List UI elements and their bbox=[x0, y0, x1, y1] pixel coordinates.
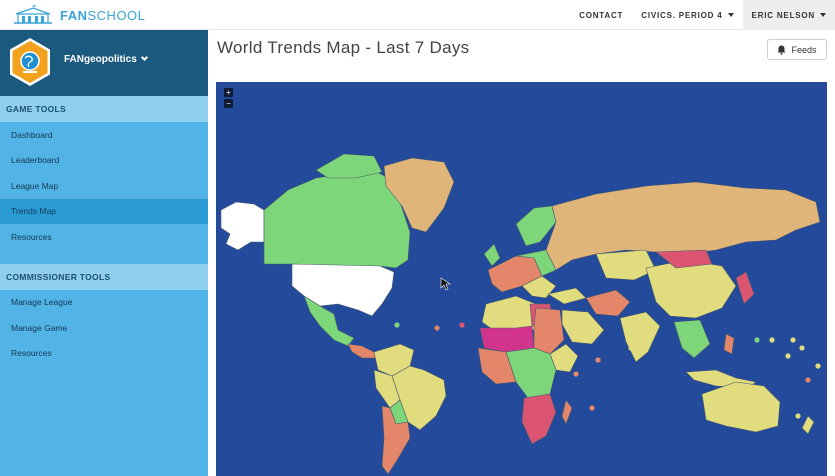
bell-icon bbox=[777, 45, 786, 55]
island-marker bbox=[785, 353, 791, 359]
sidebar-item-leaderboard[interactable]: Leaderboard bbox=[0, 148, 208, 174]
country-iran bbox=[585, 289, 631, 317]
country-usa bbox=[291, 263, 395, 317]
world-map-svg bbox=[220, 153, 821, 475]
country-southern-africa bbox=[521, 393, 557, 445]
country-uk bbox=[483, 243, 501, 267]
brand-name-bold: FAN bbox=[60, 7, 88, 23]
country-canada-islands bbox=[315, 153, 383, 179]
country-new-zealand bbox=[801, 415, 815, 435]
zoom-in-button[interactable]: + bbox=[224, 88, 233, 97]
island-marker bbox=[459, 322, 465, 328]
country-central-asia bbox=[595, 249, 657, 281]
page-title: World Trends Map - Last 7 Days bbox=[217, 38, 470, 57]
mouse-cursor-icon bbox=[440, 277, 451, 291]
sidebar-item-commissioner-resources[interactable]: Resources bbox=[0, 341, 208, 367]
contact-link[interactable]: CONTACT bbox=[570, 0, 632, 30]
class-select-label: CIVICS. PERIOD 4 bbox=[641, 10, 723, 20]
user-name-label: ERIC NELSON bbox=[751, 10, 815, 20]
country-central-africa bbox=[505, 347, 557, 399]
user-menu-dropdown[interactable]: ERIC NELSON bbox=[742, 0, 835, 30]
island-marker bbox=[799, 345, 805, 351]
island-marker bbox=[790, 337, 796, 343]
game-tools-heading: GAME TOOLS bbox=[0, 96, 208, 122]
country-turkey bbox=[547, 287, 587, 305]
island-marker bbox=[573, 371, 579, 377]
commissioner-tools-heading: COMMISSIONER TOOLS bbox=[0, 263, 208, 290]
team-globe-badge-icon bbox=[10, 38, 50, 86]
contact-label: CONTACT bbox=[579, 10, 624, 20]
chevron-down-icon bbox=[140, 53, 148, 62]
island-marker bbox=[769, 337, 775, 343]
country-philippines bbox=[723, 333, 735, 355]
class-select-dropdown[interactable]: CIVICS. PERIOD 4 bbox=[632, 0, 742, 30]
sidebar-item-manage-league[interactable]: Manage League bbox=[0, 290, 208, 316]
brand-name-light: SCHOOL bbox=[87, 7, 146, 23]
island-marker bbox=[815, 363, 821, 369]
top-navbar: FANSCHOOL CONTACT CIVICS. PERIOD 4 ERIC … bbox=[0, 0, 835, 30]
island-marker bbox=[394, 322, 400, 328]
caret-down-icon bbox=[820, 13, 826, 17]
country-china bbox=[645, 259, 737, 319]
sidebar-item-manage-game[interactable]: Manage Game bbox=[0, 315, 208, 341]
team-selector[interactable]: FANgeopolitics bbox=[0, 30, 208, 96]
sidebar-item-resources[interactable]: Resources bbox=[0, 224, 208, 250]
country-saudi-arabia bbox=[561, 309, 605, 345]
country-madagascar bbox=[561, 399, 573, 425]
island-marker bbox=[595, 357, 601, 363]
island-marker bbox=[805, 377, 811, 383]
feeds-button[interactable]: Feeds bbox=[767, 39, 827, 60]
team-name-label: FANgeopolitics bbox=[64, 54, 137, 65]
island-marker bbox=[589, 405, 595, 411]
sidebar-item-dashboard[interactable]: Dashboard bbox=[0, 122, 208, 148]
country-egypt-sudan bbox=[533, 307, 565, 355]
country-australia bbox=[701, 381, 781, 433]
island-marker bbox=[795, 413, 801, 419]
zoom-out-button[interactable]: − bbox=[224, 99, 233, 108]
island-marker bbox=[754, 337, 760, 343]
feeds-label: Feeds bbox=[791, 44, 817, 55]
world-trends-map[interactable]: + − bbox=[216, 82, 827, 476]
sidebar: FANgeopolitics GAME TOOLS Dashboard Lead… bbox=[0, 30, 208, 476]
country-southeast-asia bbox=[673, 319, 711, 359]
country-india bbox=[619, 311, 661, 363]
country-alaska bbox=[220, 201, 265, 251]
country-sahel bbox=[479, 325, 535, 353]
country-central-america bbox=[347, 343, 377, 359]
island-marker bbox=[434, 325, 440, 331]
country-korea-japan bbox=[735, 271, 755, 305]
sidebar-item-league-map[interactable]: League Map bbox=[0, 173, 208, 199]
island-marker bbox=[628, 345, 634, 351]
brand-logo[interactable]: FANSCHOOL bbox=[12, 4, 145, 26]
sidebar-item-trends-map[interactable]: Trends Map bbox=[0, 198, 208, 224]
caret-down-icon bbox=[727, 13, 734, 17]
school-building-icon bbox=[14, 5, 52, 24]
